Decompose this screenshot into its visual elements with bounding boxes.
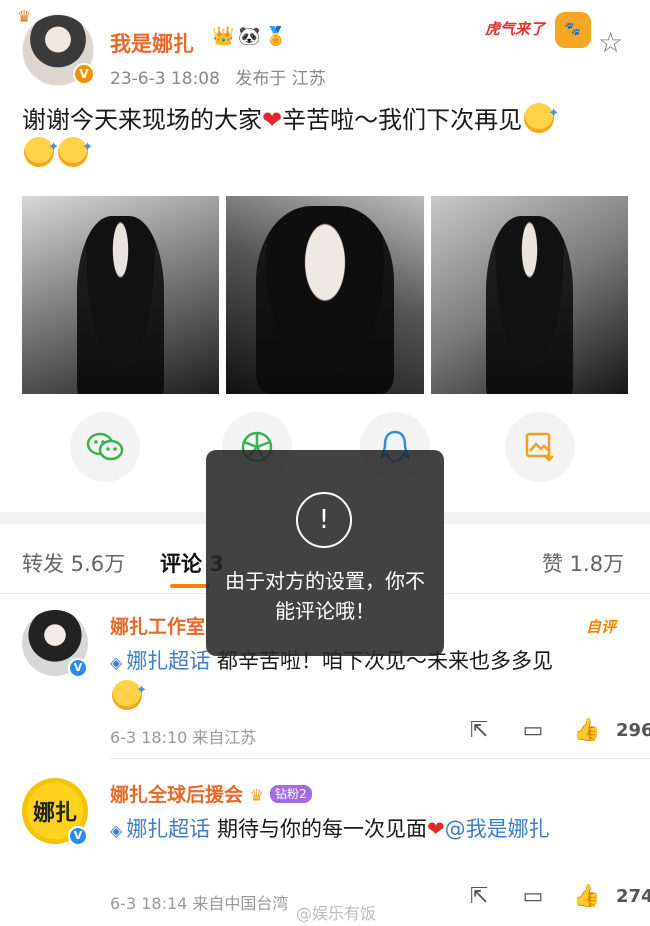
like-count: 274 xyxy=(616,886,650,907)
verified-badge-icon: V xyxy=(73,63,95,85)
fanclub-logo: 娜扎 xyxy=(32,800,77,826)
comment-divider xyxy=(110,758,650,759)
emoji-icon xyxy=(58,131,93,167)
like-icon[interactable]: 👍 xyxy=(560,718,614,743)
photo-3[interactable] xyxy=(430,196,628,394)
like-count: 296 xyxy=(616,720,650,741)
photo-grid xyxy=(22,196,628,394)
crown-badge-icon: 👑 xyxy=(212,26,235,47)
photo-1[interactable] xyxy=(22,196,220,394)
supertopic-link[interactable]: 娜扎超话 xyxy=(110,817,210,841)
reply-icon[interactable]: ▭ xyxy=(506,884,560,909)
comment-text: 娜扎超话 期待与你的每一次见面❤@我是娜扎 xyxy=(110,812,620,848)
verified-badge-icon: V xyxy=(68,826,88,846)
share-icon[interactable]: ⇱ xyxy=(452,718,506,743)
post-header: ♛ V 我是娜扎 👑 🐼 🏅 23-6-3 18:08 发布于 江苏 虎气来了 … xyxy=(0,0,650,95)
commenter-name[interactable]: 娜扎全球后援会 ♛ 钻粉2 xyxy=(110,780,312,807)
post-meta: 23-6-3 18:08 发布于 江苏 xyxy=(110,64,326,89)
heart-icon: ❤ xyxy=(427,817,445,841)
panda-badge-icon: 🐼 xyxy=(238,26,261,47)
watermark: @娱乐有饭 xyxy=(296,904,377,923)
crown-icon: ♛ xyxy=(249,786,264,805)
author-name[interactable]: 我是娜扎 xyxy=(110,28,194,58)
emoji-icon xyxy=(524,97,559,133)
photo-2[interactable] xyxy=(226,196,424,394)
comment-meta: 6-3 18:14 来自中国台湾 xyxy=(110,894,289,913)
comment-restricted-toast: ! 由于对方的设置，你不能评论哦！ xyxy=(206,450,444,656)
mention-link[interactable]: @我是娜扎 xyxy=(445,817,550,841)
heart-icon: ❤ xyxy=(262,106,283,134)
save-image-icon[interactable] xyxy=(505,412,575,482)
comment-meta: 6-3 18:10 来自江苏 xyxy=(110,728,257,747)
comment-actions: ⇱ ▭ 👍 274 xyxy=(452,884,650,909)
verified-badge-icon: V xyxy=(68,658,88,678)
author-avatar[interactable]: ♛ V xyxy=(17,7,95,86)
emoji-icon xyxy=(112,674,147,710)
self-comment-tag: 自评 xyxy=(586,618,617,636)
fan-level-badge: 钻粉2 xyxy=(269,785,312,803)
active-tab-indicator xyxy=(170,584,210,588)
reply-icon[interactable]: ▭ xyxy=(506,718,560,743)
alert-icon: ! xyxy=(296,492,352,548)
comment-actions: ⇱ ▭ 👍 296 xyxy=(452,718,650,743)
crown-icon: ♛ xyxy=(17,7,32,26)
favorite-star-icon[interactable]: ☆ xyxy=(598,26,623,59)
post-text: 谢谢今天来现场的大家❤辛苦啦～我们下次再见 xyxy=(22,97,622,171)
toast-message: 由于对方的设置，你不能评论哦！ xyxy=(225,569,425,623)
supertopic-link[interactable]: 娜扎超话 xyxy=(110,649,210,673)
post-timestamp: 23-6-3 18:08 xyxy=(110,69,220,89)
paw-icon: 🐾 xyxy=(555,12,591,48)
commenter-name[interactable]: 娜扎工作室 xyxy=(110,612,205,639)
tab-repost[interactable]: 转发 5.6万 xyxy=(22,548,125,578)
wechat-icon[interactable] xyxy=(70,412,140,482)
tiger-banner[interactable]: 虎气来了 🐾 xyxy=(485,12,595,48)
share-icon[interactable]: ⇱ xyxy=(452,884,506,909)
banner-text: 虎气来了 xyxy=(485,20,546,38)
tab-like[interactable]: 赞 1.8万 xyxy=(542,548,624,578)
medal-badge-icon: 🏅 xyxy=(264,26,288,47)
post-source: 发布于 江苏 xyxy=(235,69,326,89)
like-icon[interactable]: 👍 xyxy=(560,884,614,909)
author-badges: 👑 🐼 🏅 xyxy=(212,26,287,47)
emoji-icon xyxy=(24,131,59,167)
